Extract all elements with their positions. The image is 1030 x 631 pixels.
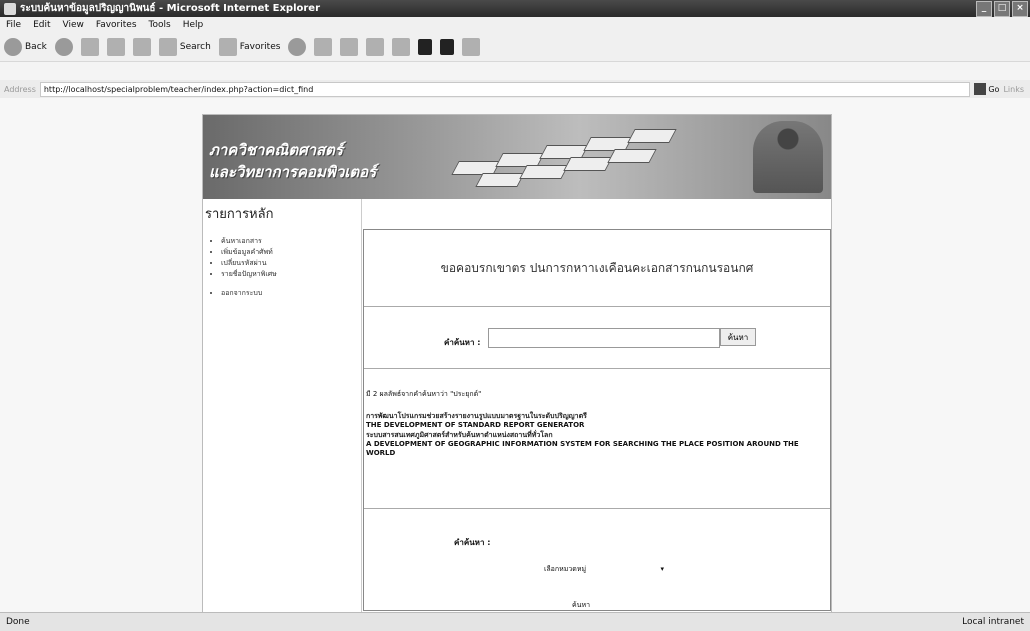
category-select[interactable]: เลือกหมวดหมู่ ▾ [544, 562, 664, 576]
menu-file[interactable]: File [0, 20, 27, 30]
home-button[interactable] [132, 37, 151, 56]
edit-button[interactable] [366, 37, 385, 56]
sidebar: รายการหลัก ค้นหาเอกสาร เพิ่มข้อมูลคำศัพท… [203, 199, 362, 612]
menu-tools[interactable]: Tools [143, 20, 177, 30]
search-label-2: คำค้นหา : [454, 538, 491, 547]
ie-logo-icon [4, 2, 16, 15]
result-1-thai[interactable]: การพัฒนาโปรแกรมช่วยสร้างรายงานรูปแบบมาตร… [366, 412, 826, 421]
search-input[interactable] [488, 328, 720, 348]
go-button[interactable]: Go [974, 83, 999, 95]
result-1-en[interactable]: THE DEVELOPMENT OF STANDARD REPORT GENER… [366, 421, 826, 430]
messenger-icon[interactable] [440, 38, 455, 55]
zone-indicator: Local intranet [962, 617, 1024, 627]
key-shape [627, 129, 677, 143]
mail-button[interactable] [314, 37, 333, 56]
web-page: ภาควิชาคณิตศาสตร์ และวิทยาการคอมพิวเตอร์… [202, 114, 832, 612]
go-arrow-icon [974, 83, 987, 95]
close-button[interactable]: × [1012, 1, 1028, 17]
window-controls: _ □ × [976, 1, 1028, 17]
sidebar-menu: ค้นหาเอกสาร เพิ่มข้อมูลคำศัพท์ เปลี่ยนรห… [203, 236, 361, 299]
sidebar-item-list[interactable]: รายชื่อปัญหาพิเศษ [221, 269, 361, 280]
address-url: http://localhost/specialproblem/teacher/… [43, 84, 314, 94]
site-banner: ภาควิชาคณิตศาสตร์ และวิทยาการคอมพิวเตอร์ [203, 115, 831, 199]
research-button[interactable] [462, 37, 481, 56]
key-shape [519, 165, 569, 179]
banner-line2: และวิทยาการคอมพิวเตอร์ [209, 163, 377, 181]
search-label: คำค้นหา : [444, 338, 481, 347]
result-summary: มี 2 ผลลัพธ์จากคำค้นหาว่า "ประยุกต์" [366, 390, 482, 398]
panel-heading: ขอคอบรกเขาตร ปนการกหาาเงเคือนคะเอกสารกนก… [364, 230, 830, 307]
print-button[interactable] [340, 37, 359, 56]
key-shape [563, 157, 613, 171]
banner-line1: ภาควิชาคณิตศาสตร์ [209, 141, 343, 159]
discuss-button[interactable] [392, 37, 411, 56]
address-bar: Address http://localhost/specialproblem/… [0, 80, 1030, 99]
sidebar-item-add-term[interactable]: เพิ่มข้อมูลคำศัพท์ [221, 247, 361, 258]
key-shape [607, 149, 657, 163]
statue-image [753, 121, 823, 193]
forward-button[interactable] [54, 37, 73, 56]
advanced-search-section: คำค้นหา : เลือกหมวดหมู่ ▾ ค้นหา [364, 508, 830, 610]
menu-bar: File Edit View Favorites Tools Help [0, 17, 1030, 32]
search-submit-button[interactable]: ค้นหา [720, 328, 756, 346]
results-section: มี 2 ผลลัพธ์จากคำค้นหาว่า "ประยุกต์" การ… [364, 368, 830, 509]
menu-view[interactable]: View [57, 20, 90, 30]
menu-edit[interactable]: Edit [27, 20, 56, 30]
search-panel: ขอคอบรกเขาตร ปนการกหาาเงเคือนคะเอกสารกนก… [363, 229, 831, 611]
search-icon [158, 37, 177, 56]
address-label: Address [4, 84, 36, 94]
back-button[interactable]: Back [4, 37, 47, 56]
window-title-bar: ระบบค้นหาข้อมูลปริญญานิพนธ์ - Microsoft … [0, 0, 1030, 17]
sidebar-heading: รายการหลัก [205, 207, 274, 222]
result-2-en[interactable]: A DEVELOPMENT OF GEOGRAPHIC INFORMATION … [366, 440, 826, 458]
search-section: คำค้นหา : ค้นหา [364, 306, 830, 369]
bluetooth-icon[interactable] [418, 38, 433, 55]
address-input[interactable]: http://localhost/specialproblem/teacher/… [39, 81, 971, 97]
search-submit-button-2[interactable]: ค้นหา [572, 600, 590, 611]
sidebar-item-logout[interactable]: ออกจากระบบ [221, 288, 361, 299]
category-select-value: เลือกหมวดหมู่ [544, 564, 587, 573]
window-title: ระบบค้นหาข้อมูลปริญญานิพนธ์ - Microsoft … [20, 3, 321, 14]
main-content: ขอคอบรกเขาตร ปนการกหาาเงเคือนคะเอกสารกนก… [361, 213, 831, 612]
page-viewport: ภาควิชาคณิตศาสตร์ และวิทยาการคอมพิวเตอร์… [0, 98, 1030, 612]
menu-favorites[interactable]: Favorites [90, 20, 143, 30]
links-button[interactable]: Links [1003, 85, 1024, 94]
minimize-button[interactable]: _ [976, 1, 992, 17]
search-button[interactable]: Search [158, 37, 211, 56]
status-bar: Done Local intranet [0, 612, 1030, 631]
key-shape [475, 173, 525, 187]
sidebar-item-password[interactable]: เปลี่ยนรหัสผ่าน [221, 258, 361, 269]
back-arrow-icon [4, 37, 22, 56]
keyboard-image [435, 121, 735, 191]
stop-button[interactable] [80, 37, 99, 56]
banner-title: ภาควิชาคณิตศาสตร์ และวิทยาการคอมพิวเตอร์ [209, 139, 376, 183]
status-text: Done [6, 617, 30, 627]
history-button[interactable] [288, 37, 307, 56]
sidebar-item-search[interactable]: ค้นหาเอกสาร [221, 236, 361, 247]
star-icon [218, 37, 237, 56]
result-2-thai[interactable]: ระบบสารสนเทศภูมิศาสตร์สำหรับค้นหาตำแหน่ง… [366, 431, 826, 440]
favorites-button[interactable]: Favorites [218, 37, 280, 56]
dropdown-arrow-icon: ▾ [660, 565, 664, 573]
maximize-button[interactable]: □ [994, 1, 1010, 17]
refresh-button[interactable] [106, 37, 125, 56]
browser-toolbar: Back Search Favorites [0, 32, 1030, 62]
menu-help[interactable]: Help [177, 20, 210, 30]
